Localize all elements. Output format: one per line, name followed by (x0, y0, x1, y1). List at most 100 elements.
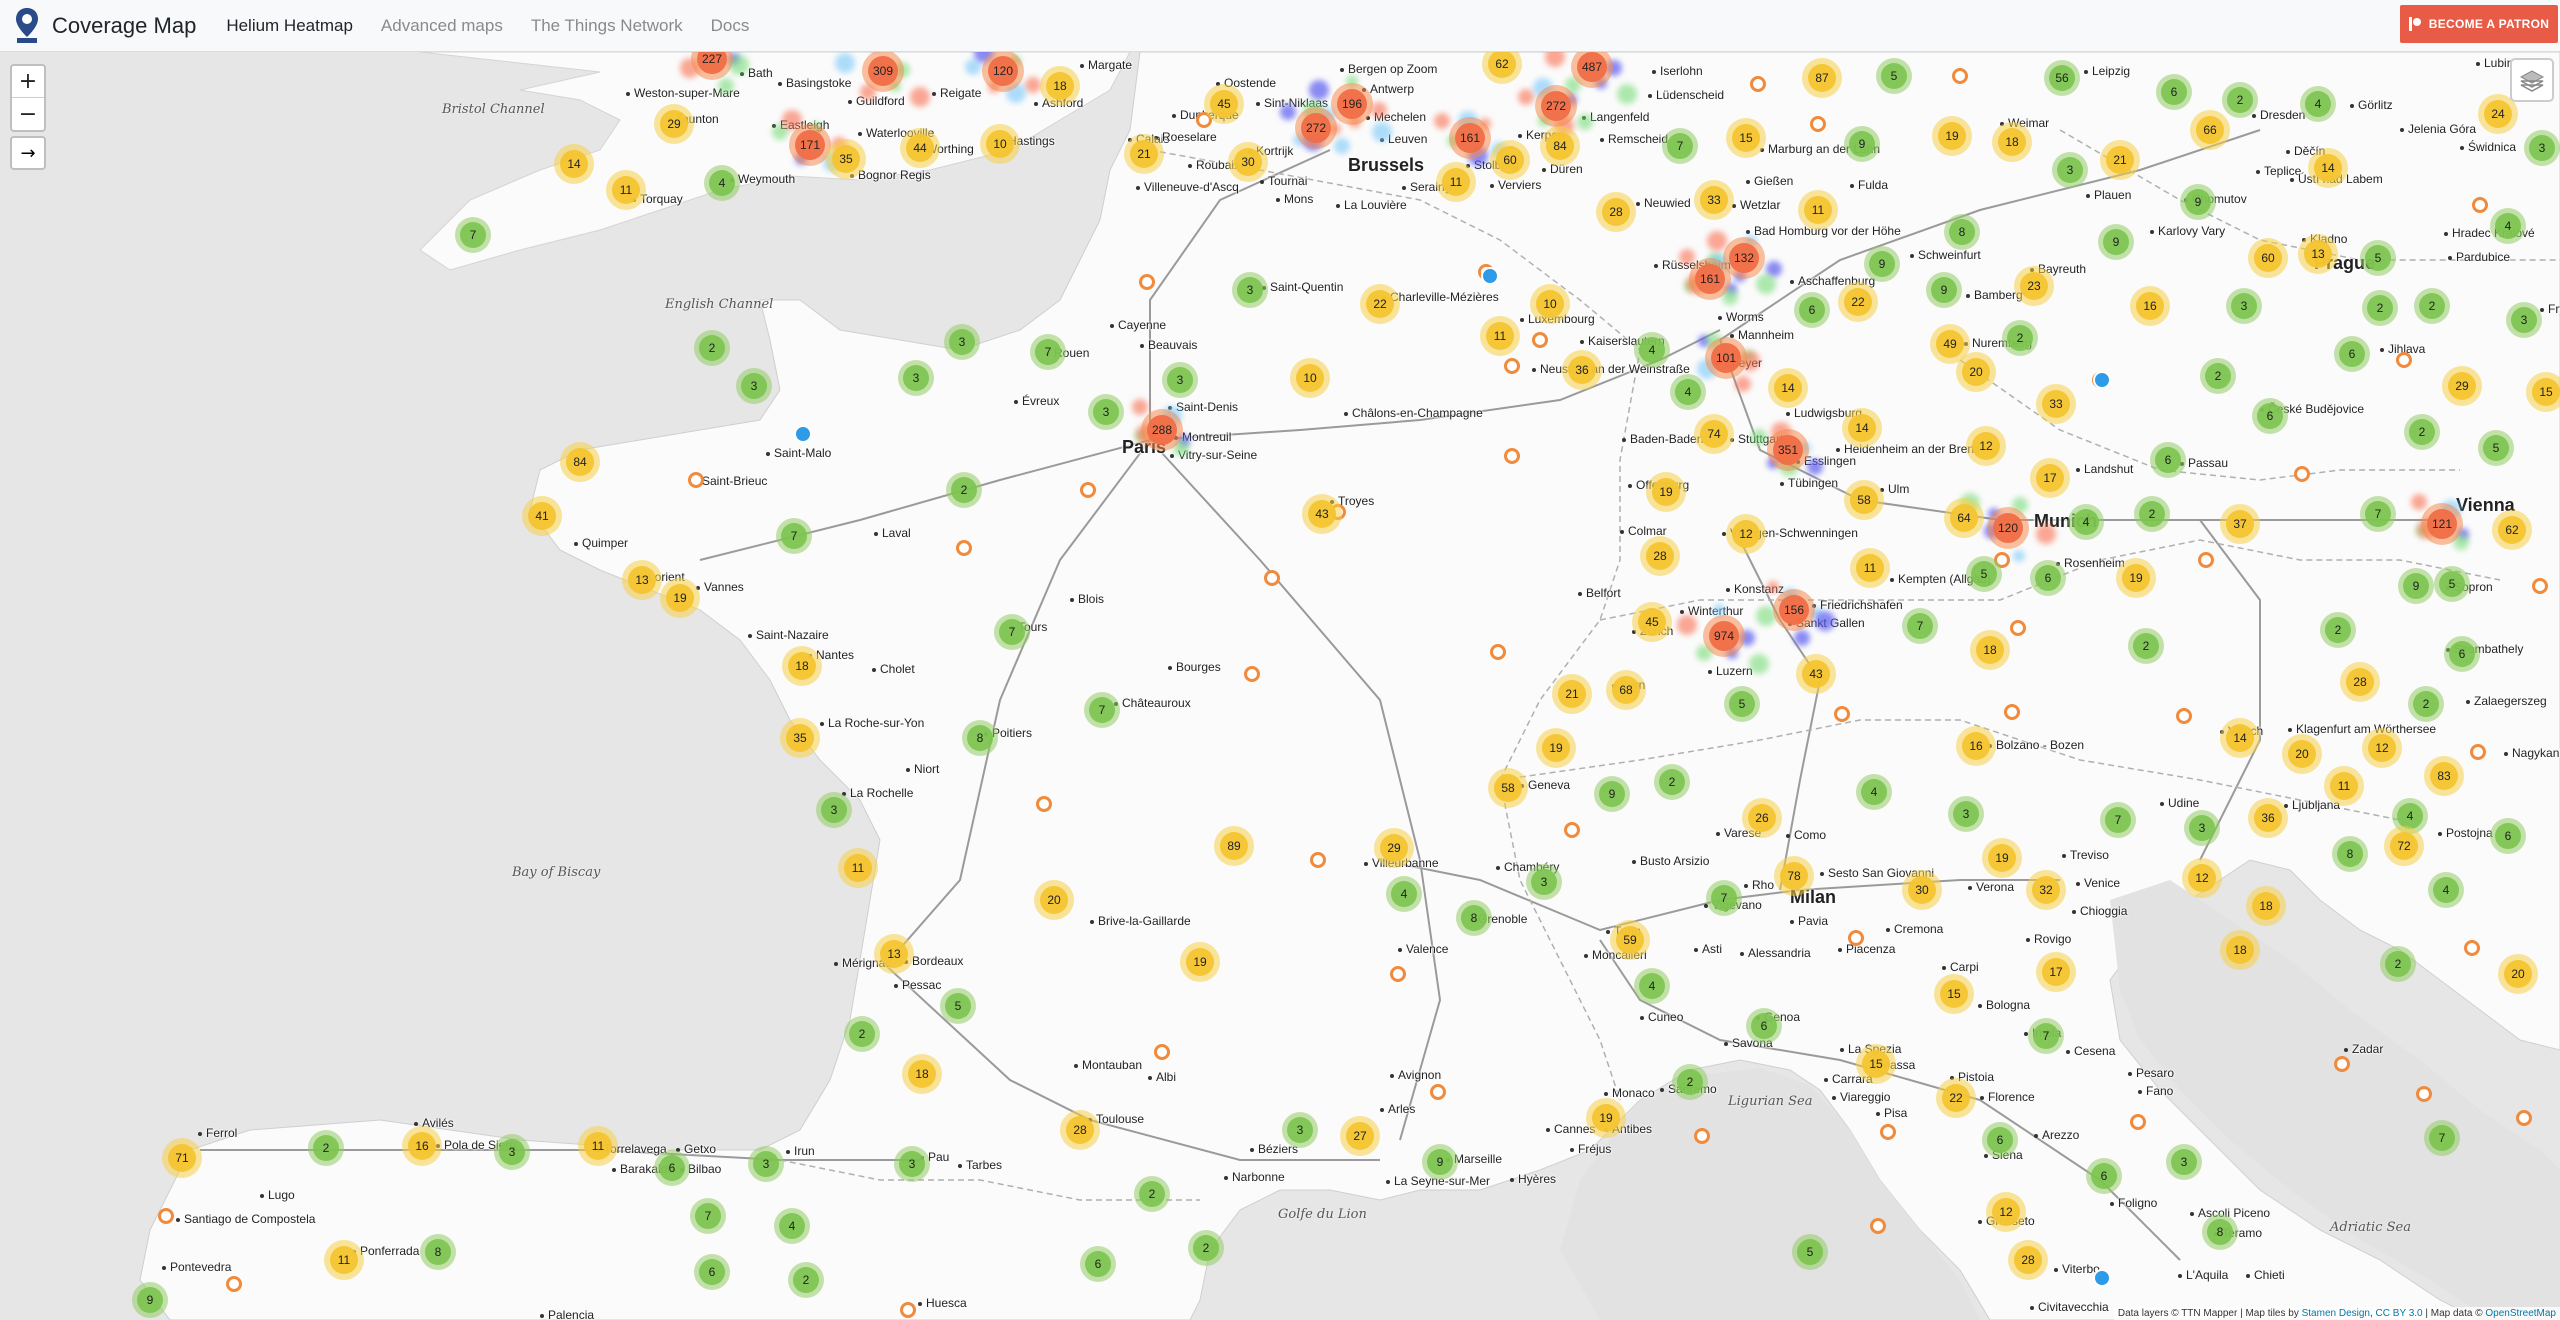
cluster-marker[interactable]: 6 (1746, 1008, 1782, 1044)
cluster-marker[interactable]: 5 (2434, 566, 2470, 602)
cluster-marker[interactable]: 4 (1634, 332, 1670, 368)
cluster-marker[interactable]: 16 (2130, 286, 2170, 326)
hotspot-marker-icon[interactable] (1244, 666, 1260, 682)
cluster-marker[interactable]: 16 (1956, 726, 1996, 766)
hotspot-marker-icon[interactable] (1834, 706, 1850, 722)
cluster-marker[interactable]: 23 (2014, 266, 2054, 306)
hotspot-marker-icon[interactable] (2130, 1114, 2146, 1130)
hotspot-marker-icon[interactable] (2010, 620, 2026, 636)
nav-docs[interactable]: Docs (711, 16, 750, 36)
cluster-marker[interactable]: 9 (1864, 246, 1900, 282)
cluster-marker[interactable]: 9 (2098, 224, 2134, 260)
cluster-marker[interactable]: 35 (826, 139, 866, 179)
cluster-marker[interactable]: 45 (1632, 602, 1672, 642)
cluster-marker[interactable]: 15 (1856, 1044, 1896, 1084)
cluster-marker[interactable]: 10 (1530, 284, 1570, 324)
cluster-marker[interactable]: 5 (940, 988, 976, 1024)
cluster-marker[interactable]: 4 (774, 1208, 810, 1244)
cluster-marker[interactable]: 974 (1703, 615, 1745, 657)
cluster-marker[interactable]: 2 (2362, 290, 2398, 326)
cluster-marker[interactable]: 28 (2008, 1240, 2048, 1280)
cluster-marker[interactable]: 84 (1540, 126, 1580, 166)
zoom-out-button[interactable]: − (12, 98, 44, 130)
zoom-in-button[interactable]: + (12, 66, 44, 98)
fit-bounds-button[interactable]: → (10, 136, 46, 170)
cluster-marker[interactable]: 9 (132, 1282, 168, 1318)
gateway-marker-icon[interactable] (2093, 371, 2111, 389)
cluster-marker[interactable]: 64 (1944, 498, 1984, 538)
cluster-marker[interactable]: 14 (554, 144, 594, 184)
cluster-marker[interactable]: 4 (2428, 872, 2464, 908)
cluster-marker[interactable]: 6 (2334, 336, 2370, 372)
cluster-marker[interactable]: 3 (1232, 272, 1268, 308)
map-canvas[interactable]: Bristol Channel English Channel Bay of Bis… (0, 52, 2560, 1320)
cluster-marker[interactable]: 3 (494, 1134, 530, 1170)
hotspot-marker-icon[interactable] (1154, 1044, 1170, 1060)
cluster-marker[interactable]: 66 (2190, 110, 2230, 150)
cluster-marker[interactable]: 5 (2360, 240, 2396, 276)
cluster-marker[interactable]: 20 (1956, 352, 1996, 392)
cluster-marker[interactable]: 121 (2421, 503, 2463, 545)
hotspot-marker-icon[interactable] (2532, 578, 2548, 594)
cluster-marker[interactable]: 9 (2180, 184, 2216, 220)
cluster-marker[interactable]: 14 (1768, 368, 1808, 408)
cluster-marker[interactable]: 22 (1360, 284, 1400, 324)
cluster-marker[interactable]: 3 (2226, 288, 2262, 324)
hotspot-marker-icon[interactable] (1390, 966, 1406, 982)
cluster-marker[interactable]: 10 (1290, 358, 1330, 398)
cluster-marker[interactable]: 2 (2128, 628, 2164, 664)
cluster-marker[interactable]: 12 (1966, 426, 2006, 466)
cluster-marker[interactable]: 19 (1982, 838, 2022, 878)
nav-advanced-maps[interactable]: Advanced maps (381, 16, 503, 36)
cluster-marker[interactable]: 309 (862, 52, 904, 92)
hotspot-marker-icon[interactable] (2294, 466, 2310, 482)
cluster-marker[interactable]: 29 (654, 104, 694, 144)
cluster-marker[interactable]: 3 (816, 792, 852, 828)
cluster-marker[interactable]: 2 (308, 1130, 344, 1166)
cluster-marker[interactable]: 19 (1646, 472, 1686, 512)
cluster-marker[interactable]: 26 (1742, 798, 1782, 838)
cluster-marker[interactable]: 28 (1596, 192, 1636, 232)
cluster-marker[interactable]: 3 (944, 324, 980, 360)
hotspot-marker-icon[interactable] (1750, 76, 1766, 92)
cluster-marker[interactable]: 4 (704, 165, 740, 201)
cluster-marker[interactable]: 4 (1856, 774, 1892, 810)
cluster-marker[interactable]: 9 (1926, 272, 1962, 308)
cluster-marker[interactable]: 7 (994, 614, 1030, 650)
cluster-marker[interactable]: 120 (1987, 507, 2029, 549)
cluster-marker[interactable]: 3 (748, 1146, 784, 1182)
hotspot-marker-icon[interactable] (1810, 116, 1826, 132)
hotspot-marker-icon[interactable] (1880, 1124, 1896, 1140)
cluster-marker[interactable]: 4 (2068, 504, 2104, 540)
cluster-marker[interactable]: 6 (2444, 636, 2480, 672)
cluster-marker[interactable]: 4 (2300, 86, 2336, 122)
cluster-marker[interactable]: 2 (2134, 496, 2170, 532)
cluster-marker[interactable]: 58 (1488, 768, 1528, 808)
cluster-marker[interactable]: 4 (1670, 374, 1706, 410)
cluster-marker[interactable]: 196 (1331, 83, 1373, 125)
cluster-marker[interactable]: 15 (1934, 974, 1974, 1014)
hotspot-marker-icon[interactable] (1310, 852, 1326, 868)
gateway-marker-icon[interactable] (2093, 1269, 2111, 1287)
cluster-marker[interactable]: 2 (694, 330, 730, 366)
cluster-marker[interactable]: 43 (1796, 654, 1836, 694)
cluster-marker[interactable]: 6 (654, 1150, 690, 1186)
cluster-marker[interactable]: 11 (1436, 162, 1476, 202)
hotspot-marker-icon[interactable] (2396, 352, 2412, 368)
attribution-link-osm[interactable]: OpenStreetMap (2485, 1308, 2556, 1319)
cluster-marker[interactable]: 7 (1662, 128, 1698, 164)
cluster-marker[interactable]: 7 (455, 217, 491, 253)
cluster-marker[interactable]: 6 (694, 1254, 730, 1290)
cluster-marker[interactable]: 33 (1694, 180, 1734, 220)
cluster-marker[interactable]: 32 (2026, 870, 2066, 910)
cluster-marker[interactable]: 11 (2324, 766, 2364, 806)
cluster-marker[interactable]: 72 (2384, 826, 2424, 866)
hotspot-marker-icon[interactable] (1080, 482, 1096, 498)
cluster-marker[interactable]: 2 (2414, 288, 2450, 324)
cluster-marker[interactable]: 11 (838, 848, 878, 888)
cluster-marker[interactable]: 12 (1726, 514, 1766, 554)
hotspot-marker-icon[interactable] (2004, 704, 2020, 720)
cluster-marker[interactable]: 8 (1456, 900, 1492, 936)
hotspot-marker-icon[interactable] (1139, 274, 1155, 290)
cluster-marker[interactable]: 33 (2036, 384, 2076, 424)
